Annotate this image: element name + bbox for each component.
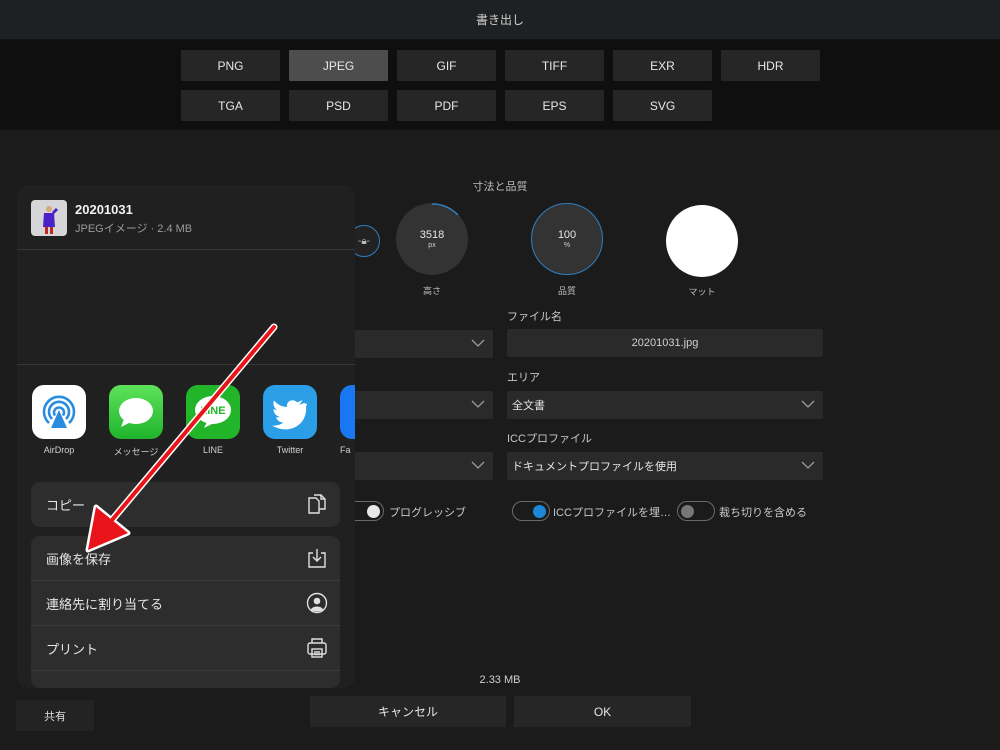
- line-icon: LINE: [186, 385, 240, 439]
- share-file-title: 20201031: [75, 202, 133, 217]
- height-dial[interactable]: 3518 px: [396, 203, 468, 275]
- app-label: Twitter: [276, 445, 304, 455]
- toggle-knob: [533, 505, 546, 518]
- height-dial-ring: [431, 203, 459, 216]
- matte-color-swatch[interactable]: [666, 205, 738, 277]
- airdrop-icon: [32, 385, 86, 439]
- app-label: AirDrop: [43, 445, 75, 455]
- export-dialog: 書き出し PNG JPEG GIF TIFF EXR HDR TGA PSD P…: [0, 0, 1000, 750]
- embed-icc-toggle[interactable]: [512, 501, 550, 521]
- action-label: コピー: [46, 498, 86, 513]
- action-label: Fo: [46, 686, 61, 688]
- format-svg-button[interactable]: SVG: [613, 90, 712, 121]
- icc-profile-dropdown[interactable]: ドキュメントプロファイルを使用: [507, 452, 823, 480]
- share-actions-list: 画像を保存 連絡先に割り当てる プリント: [31, 536, 340, 688]
- action-copy[interactable]: コピー: [31, 482, 340, 527]
- action-print[interactable]: プリント: [31, 626, 340, 671]
- share-preview-area: [17, 251, 355, 365]
- format-png-button[interactable]: PNG: [181, 50, 280, 81]
- share-apps-row: AirDrop メッセージ LINE LINE Twitter Fa: [17, 366, 355, 476]
- share-file-subtitle: JPEGイメージ · 2.4 MB: [75, 223, 193, 235]
- contact-icon: [306, 592, 328, 614]
- app-twitter[interactable]: Twitter: [263, 385, 317, 455]
- quality-value: 100: [557, 229, 577, 241]
- progressive-label: プログレッシブ: [389, 507, 466, 519]
- area-value: 全文書: [512, 400, 545, 412]
- file-size-text: 2.33 MB: [479, 674, 521, 686]
- area-label: エリア: [507, 372, 540, 384]
- title-bar: 書き出し: [0, 0, 1000, 40]
- app-label: Fa: [340, 445, 351, 455]
- matte-label: マット: [688, 287, 716, 297]
- include-bleed-label: 裁ち切りを含める: [719, 507, 807, 519]
- action-label: 画像を保存: [46, 551, 112, 567]
- toggle-knob: [681, 505, 694, 518]
- save-image-icon: [308, 549, 326, 568]
- embed-icc-label: ICCプロファイルを埋…: [553, 507, 671, 519]
- format-jpeg-button[interactable]: JPEG: [289, 50, 388, 81]
- copy-icon: [308, 494, 326, 514]
- left-dropdown-3[interactable]: [340, 452, 493, 480]
- chevron-down-icon: [471, 461, 485, 469]
- image-thumbnail: [31, 200, 67, 236]
- height-label: 高さ: [422, 286, 441, 296]
- include-bleed-toggle[interactable]: [677, 501, 715, 521]
- filename-input[interactable]: 20201031.jpg: [507, 329, 823, 357]
- chevron-down-icon: [801, 400, 815, 408]
- format-hdr-button[interactable]: HDR: [721, 50, 820, 81]
- app-label: LINE: [202, 445, 223, 455]
- format-selector: PNG JPEG GIF TIFF EXR HDR TGA PSD PDF EP…: [0, 40, 1000, 130]
- app-messages[interactable]: メッセージ: [109, 385, 163, 458]
- icc-profile-value: ドキュメントプロファイルを使用: [512, 461, 677, 473]
- left-dropdown-2[interactable]: [340, 391, 493, 419]
- window-title: 書き出し: [475, 13, 524, 27]
- chevron-down-icon: [471, 339, 485, 347]
- ok-button[interactable]: OK: [514, 696, 691, 727]
- action-save-image[interactable]: 画像を保存: [31, 536, 340, 581]
- filename-label: ファイル名: [507, 311, 562, 323]
- format-eps-button[interactable]: EPS: [505, 90, 604, 121]
- quality-dial[interactable]: 100 %: [531, 203, 603, 275]
- cancel-button[interactable]: キャンセル: [310, 696, 506, 727]
- share-actions-top: コピー: [31, 482, 340, 527]
- app-airdrop[interactable]: AirDrop: [32, 385, 86, 455]
- action-assign-contact[interactable]: 連絡先に割り当てる: [31, 581, 340, 626]
- quality-unit: %: [563, 242, 571, 249]
- app-line[interactable]: LINE LINE: [186, 385, 240, 455]
- left-dropdown-1[interactable]: [340, 330, 493, 358]
- messages-icon: [109, 385, 163, 439]
- share-sheet: 20201031 JPEGイメージ · 2.4 MB AirDrop メッセージ…: [17, 185, 355, 688]
- format-psd-button[interactable]: PSD: [289, 90, 388, 121]
- format-tga-button[interactable]: TGA: [181, 90, 280, 121]
- app-label: メッセージ: [113, 447, 159, 457]
- toggle-knob: [367, 505, 380, 518]
- facebook-icon: [340, 385, 355, 439]
- action-label: 連絡先に割り当てる: [46, 596, 164, 612]
- format-gif-button[interactable]: GIF: [397, 50, 496, 81]
- action-label: プリント: [46, 641, 99, 657]
- action-more[interactable]: Fo: [31, 671, 340, 688]
- format-tiff-button[interactable]: TIFF: [505, 50, 604, 81]
- chevron-down-icon: [471, 400, 485, 408]
- line-glyph: LINE: [200, 405, 225, 417]
- lock-icon: -🔒︎-: [358, 235, 370, 247]
- twitter-icon: [263, 385, 317, 439]
- quality-label: 品質: [557, 286, 576, 296]
- icc-profile-label: ICCプロファイル: [507, 433, 592, 445]
- area-dropdown[interactable]: 全文書: [507, 391, 823, 419]
- print-icon: [307, 638, 327, 658]
- format-pdf-button[interactable]: PDF: [397, 90, 496, 121]
- chevron-down-icon: [801, 461, 815, 469]
- format-exr-button[interactable]: EXR: [613, 50, 712, 81]
- share-button[interactable]: 共有: [16, 700, 94, 731]
- share-sheet-header: 20201031 JPEGイメージ · 2.4 MB: [17, 185, 355, 250]
- app-facebook[interactable]: Fa: [340, 385, 355, 455]
